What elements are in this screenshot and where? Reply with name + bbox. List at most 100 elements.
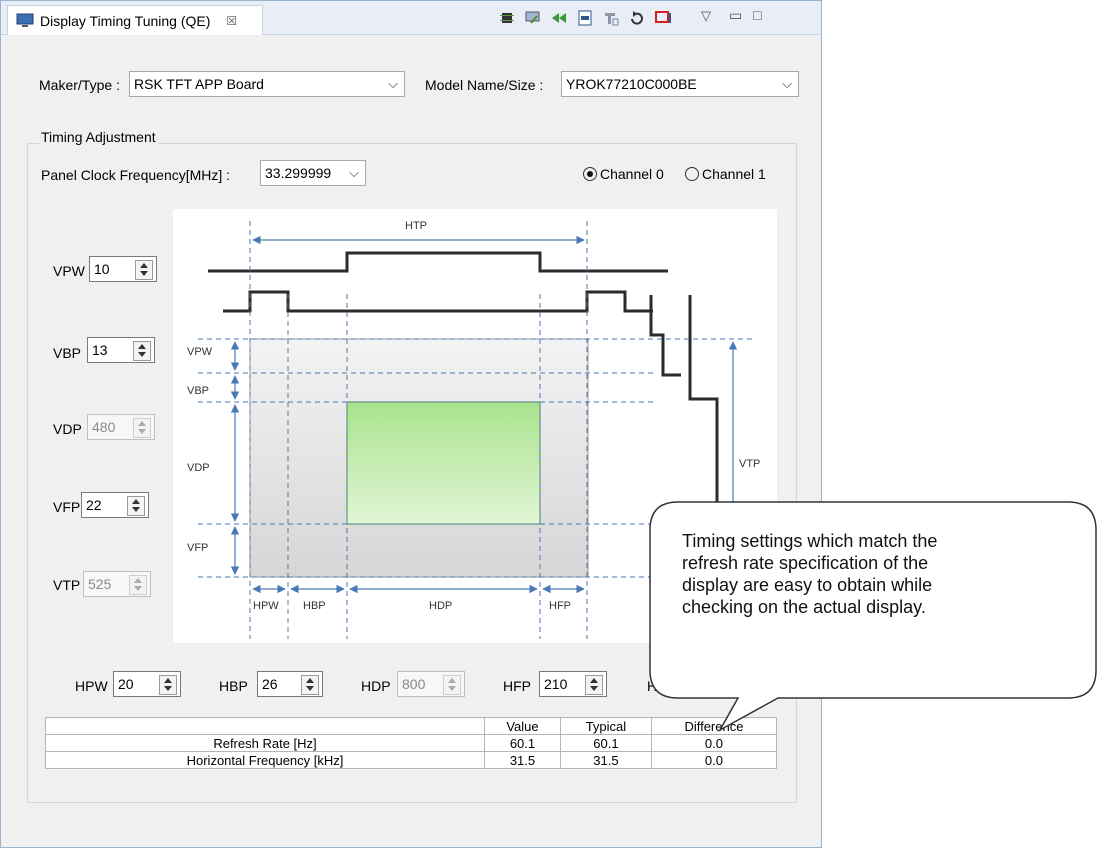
hbp-value: 26 <box>262 676 278 692</box>
vtp-label: VTP <box>53 577 81 593</box>
spinner-arrows-icon[interactable] <box>301 675 319 695</box>
document-icon[interactable] <box>577 10 593 26</box>
htp-diagram-label: HTP <box>405 220 427 232</box>
refresh-icon[interactable] <box>629 10 645 26</box>
hdp-value: 800 <box>402 676 426 692</box>
chevron-down-icon: ⌵ <box>388 76 398 91</box>
chip-icon[interactable] <box>499 10 515 26</box>
panel-clock-label: Panel Clock Frequency[MHz] : <box>41 167 231 183</box>
maker-type-value: RSK TFT APP Board <box>134 76 264 92</box>
spinner-arrows-icon[interactable] <box>159 675 177 695</box>
vpw-diagram-label: VPW <box>187 346 213 358</box>
table-cell: 31.5 <box>559 751 652 769</box>
radio-checked-icon <box>583 167 597 181</box>
hbp-label: HBP <box>219 678 248 694</box>
spinner-arrows-icon[interactable] <box>127 496 145 516</box>
vtp-diagram-label: VTP <box>739 458 760 470</box>
vbp-value: 13 <box>92 342 108 358</box>
vfp-spinner[interactable]: 22 <box>81 492 149 518</box>
model-name-label: Model Name/Size : <box>425 77 544 93</box>
chevron-down-icon: ⌵ <box>349 165 359 180</box>
hdp-diagram-label: HDP <box>429 600 452 612</box>
font-tool-icon[interactable] <box>603 10 619 26</box>
spinner-arrows-icon[interactable] <box>133 341 151 361</box>
vbp-label: VBP <box>53 345 82 361</box>
vbp-diagram-label: VBP <box>187 385 209 397</box>
panel-clock-dropdown[interactable]: 33.299999 ⌵ <box>260 160 366 186</box>
maker-type-dropdown[interactable]: RSK TFT APP Board ⌵ <box>129 71 405 97</box>
channel-0-radio[interactable]: Channel 0 <box>583 166 664 182</box>
display-active-area <box>346 401 541 525</box>
table-row: Refresh Rate [Hz] 60.1 60.1 0.0 <box>45 734 778 752</box>
display-select-icon[interactable] <box>655 10 671 26</box>
hpw-value: 20 <box>118 676 134 692</box>
view-menu-icon[interactable]: ▽ <box>701 8 711 24</box>
vsync-signal <box>208 251 668 273</box>
callout-line: Timing settings which match the <box>682 531 938 551</box>
maker-type-label: Maker/Type : <box>39 77 120 93</box>
monitor-icon <box>16 13 34 27</box>
table-cell: 60.1 <box>484 734 561 752</box>
hdp-spinner: 800 <box>397 671 465 697</box>
spinner-arrows-icon <box>133 418 151 438</box>
model-name-value: YROK77210C000BE <box>566 76 697 92</box>
spinner-arrows-icon[interactable] <box>135 260 153 280</box>
spinner-arrows-icon <box>129 575 147 595</box>
hfp-value: 210 <box>544 676 568 692</box>
hdp-label: HDP <box>361 678 391 694</box>
hfp-spinner[interactable]: 210 <box>539 671 607 697</box>
vtp-value: 525 <box>88 576 112 592</box>
vpw-spinner[interactable]: 10 <box>89 256 157 282</box>
timing-adjustment-label: Timing Adjustment <box>39 129 158 145</box>
maximize-icon[interactable]: □ <box>753 7 761 23</box>
view-titlebar: Display Timing Tuning (QE) ☒ ▽ ▭ □ <box>1 1 821 35</box>
vpw-value: 10 <box>94 261 110 277</box>
spinner-arrows-icon[interactable] <box>585 675 603 695</box>
vfp-value: 22 <box>86 497 102 513</box>
vdp-label: VDP <box>53 421 82 437</box>
vdp-spinner: 480 <box>87 414 155 440</box>
table-cell: 0.0 <box>650 734 778 752</box>
minimize-icon[interactable]: ▭ <box>729 7 742 24</box>
panel-clock-value: 33.299999 <box>265 165 332 181</box>
rewind-icon[interactable] <box>551 10 567 26</box>
vpw-label: VPW <box>53 263 85 279</box>
hbp-spinner[interactable]: 26 <box>257 671 323 697</box>
table-header-cell <box>45 717 485 735</box>
table-header-cell: Value <box>484 717 561 735</box>
channel-1-radio[interactable]: Channel 1 <box>685 166 766 182</box>
close-icon[interactable]: ☒ <box>226 14 237 28</box>
table-row: Horizontal Frequency [kHz] 31.5 31.5 0.0 <box>45 751 778 769</box>
tab-display-timing-tuning[interactable]: Display Timing Tuning (QE) ☒ <box>7 5 263 35</box>
table-cell: Horizontal Frequency [kHz] <box>45 751 485 769</box>
table-cell: 0.0 <box>650 751 778 769</box>
table-cell: 60.1 <box>559 734 652 752</box>
model-name-dropdown[interactable]: YROK77210C000BE ⌵ <box>561 71 799 97</box>
vbp-spinner[interactable]: 13 <box>87 337 155 363</box>
vdp-diagram-label: VDP <box>187 462 210 474</box>
tab-title: Display Timing Tuning (QE) <box>40 12 211 29</box>
vfp-label: VFP <box>53 499 81 515</box>
callout-text: Timing settings which match the refresh … <box>682 530 1062 618</box>
hpw-spinner[interactable]: 20 <box>113 671 181 697</box>
vdp-value: 480 <box>92 419 116 435</box>
table-header-cell: Typical <box>559 717 652 735</box>
callout-line: display are easy to obtain while <box>682 575 933 595</box>
callout-line: refresh rate specification of the <box>682 553 929 573</box>
hpw-diagram-label: HPW <box>253 600 279 612</box>
channel-0-label: Channel 0 <box>600 166 664 182</box>
spinner-arrows-icon <box>443 675 461 695</box>
vfp-diagram-label: VFP <box>187 542 208 554</box>
vtp-spinner: 525 <box>83 571 151 597</box>
callout-line: checking on the actual display. <box>682 597 926 617</box>
hpw-label: HPW <box>75 678 108 694</box>
hbp-diagram-label: HBP <box>303 600 326 612</box>
table-cell: 31.5 <box>484 751 561 769</box>
chevron-down-icon: ⌵ <box>782 76 792 91</box>
radio-unchecked-icon <box>685 167 699 181</box>
hfp-diagram-label: HFP <box>549 600 571 612</box>
channel-1-label: Channel 1 <box>702 166 766 182</box>
monitor-export-icon[interactable] <box>525 10 541 26</box>
table-cell: Refresh Rate [Hz] <box>45 734 485 752</box>
hfp-label: HFP <box>503 678 531 694</box>
